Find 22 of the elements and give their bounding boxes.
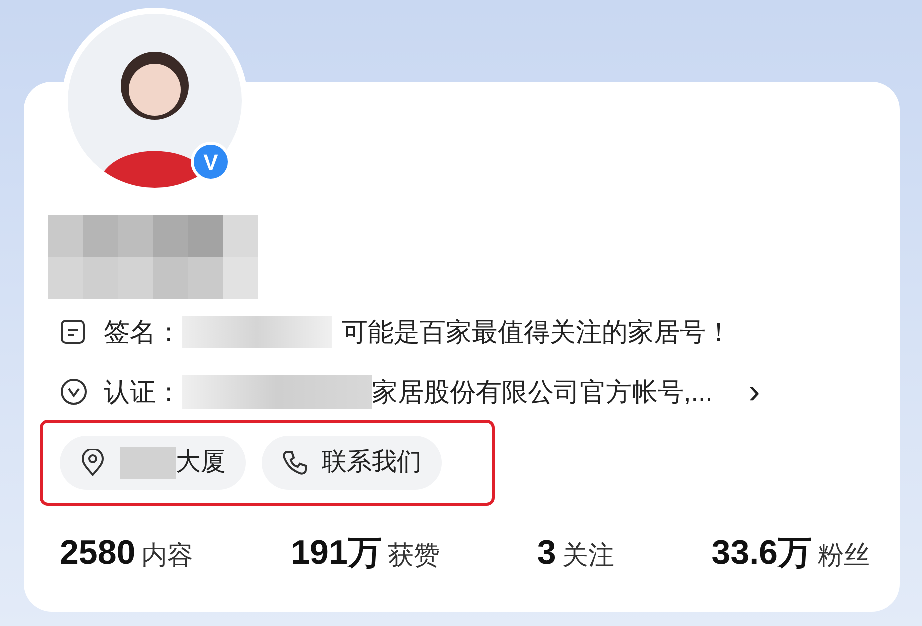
stat-value: 33.6万 xyxy=(712,533,812,574)
signature-text: 可能是百家最值得关注的家居号！ xyxy=(342,316,732,348)
certification-text: 家居股份有限公司官方帐号,... xyxy=(372,376,713,408)
location-chip[interactable]: 大厦 xyxy=(60,436,246,490)
redacted-block xyxy=(120,447,176,479)
stat-label: 粉丝 xyxy=(818,539,870,572)
stat-label: 内容 xyxy=(142,539,194,572)
contact-chip[interactable]: 联系我们 xyxy=(262,436,442,490)
certification-label: 认证： xyxy=(104,376,182,408)
note-icon xyxy=(60,319,86,345)
verified-icon xyxy=(60,378,88,406)
stat-label: 获赞 xyxy=(388,539,440,572)
signature-label: 签名： xyxy=(104,316,182,348)
stat-label: 关注 xyxy=(562,539,614,572)
stat-value: 2580 xyxy=(60,533,136,574)
chip-label: 联系我们 xyxy=(322,447,422,478)
stat-value: 191万 xyxy=(291,533,382,574)
stat-value: 3 xyxy=(537,533,556,574)
location-pin-icon xyxy=(80,449,106,477)
chip-label: 大厦 xyxy=(176,447,226,478)
chevron-icon[interactable]: › xyxy=(748,375,760,409)
phone-icon xyxy=(282,450,308,476)
